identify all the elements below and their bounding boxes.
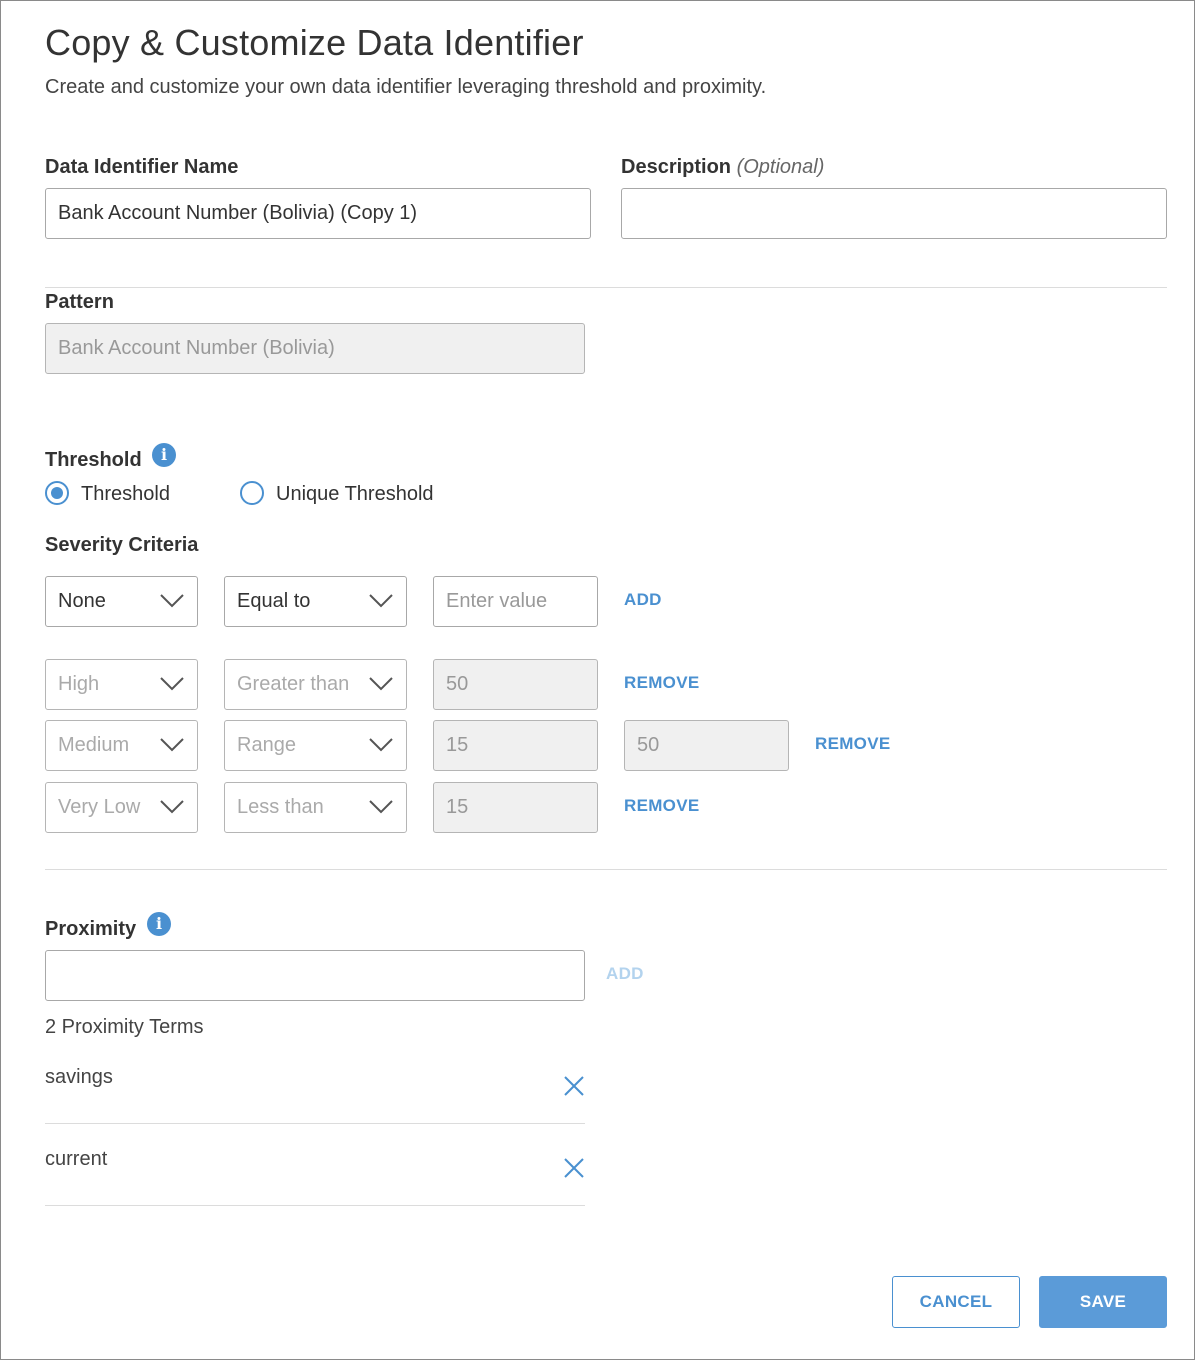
chevron-down-icon bbox=[369, 594, 393, 608]
severity-row-level-value: Medium bbox=[58, 734, 130, 756]
divider bbox=[45, 1123, 585, 1124]
severity-level-value: None bbox=[58, 590, 106, 612]
threshold-label: Threshold bbox=[45, 449, 142, 471]
proximity-info-icon[interactable]: i bbox=[147, 912, 171, 936]
radio-threshold[interactable] bbox=[45, 481, 69, 505]
severity-row-value: 50 bbox=[433, 659, 598, 710]
severity-row-level: Medium bbox=[45, 720, 198, 771]
severity-row-operator-value: Greater than bbox=[237, 673, 350, 695]
divider bbox=[45, 1205, 585, 1206]
severity-row-operator: Range bbox=[224, 720, 407, 771]
cancel-button[interactable]: CANCEL bbox=[892, 1276, 1020, 1328]
proximity-count: 2 Proximity Terms bbox=[45, 1016, 204, 1038]
description-label: Description (Optional) bbox=[621, 156, 824, 179]
chevron-down-icon bbox=[369, 677, 393, 691]
severity-operator-select[interactable]: Equal to bbox=[224, 576, 407, 627]
severity-row-operator: Greater than bbox=[224, 659, 407, 710]
severity-add-link[interactable]: ADD bbox=[624, 590, 662, 610]
dialog-subtitle: Create and customize your own data ident… bbox=[45, 76, 767, 98]
threshold-info-icon[interactable]: i bbox=[152, 443, 176, 467]
chevron-down-icon bbox=[369, 738, 393, 752]
severity-row-value: 15 bbox=[433, 720, 598, 771]
severity-label: Severity Criteria bbox=[45, 534, 199, 556]
radio-unique-threshold[interactable] bbox=[240, 481, 264, 505]
name-label: Data Identifier Name bbox=[45, 156, 239, 178]
description-label-text: Description bbox=[621, 156, 732, 178]
severity-remove-link[interactable]: REMOVE bbox=[815, 734, 890, 754]
optional-note: (Optional) bbox=[736, 156, 825, 178]
severity-row-operator-value: Less than bbox=[237, 796, 324, 818]
proximity-term: savings bbox=[45, 1066, 113, 1088]
severity-remove-link[interactable]: REMOVE bbox=[624, 673, 699, 693]
severity-value-input[interactable]: Enter value bbox=[433, 576, 598, 627]
divider bbox=[45, 287, 1167, 288]
severity-row-level: Very Low bbox=[45, 782, 198, 833]
severity-row-level-value: Very Low bbox=[58, 796, 141, 818]
chevron-down-icon bbox=[160, 594, 184, 608]
chevron-down-icon bbox=[369, 800, 393, 814]
radio-threshold-label[interactable]: Threshold bbox=[81, 483, 170, 506]
severity-level-select[interactable]: None bbox=[45, 576, 198, 627]
severity-remove-link[interactable]: REMOVE bbox=[624, 796, 699, 816]
severity-row-operator-value: Range bbox=[237, 734, 296, 756]
chevron-down-icon bbox=[160, 800, 184, 814]
save-button[interactable]: SAVE bbox=[1039, 1276, 1167, 1328]
severity-row-value-max: 50 bbox=[624, 720, 789, 771]
close-icon[interactable] bbox=[562, 1156, 586, 1180]
proximity-add-link[interactable]: ADD bbox=[606, 964, 644, 984]
severity-row-operator: Less than bbox=[224, 782, 407, 833]
divider bbox=[45, 869, 1167, 870]
description-input[interactable] bbox=[621, 188, 1167, 239]
pattern-input: Bank Account Number (Bolivia) bbox=[45, 323, 585, 374]
proximity-term: current bbox=[45, 1148, 108, 1170]
proximity-input[interactable] bbox=[45, 950, 585, 1001]
name-input[interactable]: Bank Account Number (Bolivia) (Copy 1) bbox=[45, 188, 591, 239]
close-icon[interactable] bbox=[562, 1074, 586, 1098]
dialog-title: Copy & Customize Data Identifier bbox=[45, 22, 584, 63]
severity-row-level-value: High bbox=[58, 673, 100, 695]
severity-row-value: 15 bbox=[433, 782, 598, 833]
pattern-label: Pattern bbox=[45, 291, 114, 313]
radio-unique-threshold-label[interactable]: Unique Threshold bbox=[276, 483, 434, 506]
severity-operator-value: Equal to bbox=[237, 590, 311, 612]
severity-row-level: High bbox=[45, 659, 198, 710]
chevron-down-icon bbox=[160, 738, 184, 752]
chevron-down-icon bbox=[160, 677, 184, 691]
proximity-label: Proximity bbox=[45, 918, 137, 940]
